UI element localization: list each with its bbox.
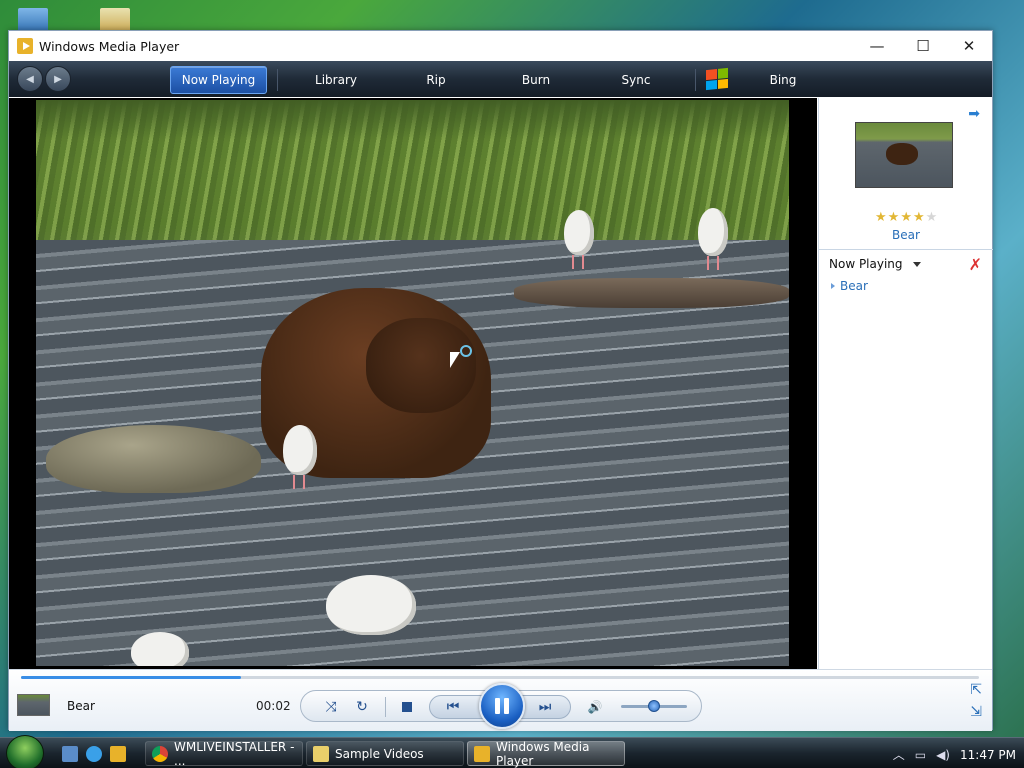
now-playing-label: Now Playing — [829, 257, 903, 271]
control-separator — [385, 697, 386, 717]
elapsed-time[interactable]: 00:02 — [256, 699, 291, 713]
window-title: Windows Media Player — [39, 38, 180, 54]
volume-icon: 🔊 — [587, 700, 603, 714]
internet-explorer-icon[interactable] — [86, 746, 102, 762]
star-icon[interactable]: ★ — [875, 210, 887, 225]
show-desktop-icon[interactable] — [62, 746, 78, 762]
seek-bar[interactable] — [21, 676, 979, 679]
chevron-down-icon — [912, 261, 921, 267]
back-arrow-icon: ◀ — [26, 73, 34, 85]
repeat-icon: ↻ — [356, 699, 368, 715]
next-button[interactable]: ⏭ — [533, 695, 557, 719]
video-gull — [564, 210, 594, 269]
start-button[interactable] — [6, 735, 44, 768]
previous-icon: ⏮ — [446, 699, 460, 715]
tab-rip[interactable]: Rip — [386, 66, 486, 94]
tab-now-playing[interactable]: Now Playing — [170, 66, 267, 94]
taskbar-button-sample-videos[interactable]: Sample Videos — [306, 741, 464, 766]
maximize-button[interactable]: ☐ — [900, 31, 946, 61]
playlist-item[interactable]: Bear — [831, 279, 868, 293]
pause-icon — [504, 698, 509, 714]
playing-bullet-icon — [831, 283, 835, 289]
minimize-button[interactable]: — — [854, 31, 900, 61]
seek-progress — [21, 676, 242, 679]
network-icon[interactable]: ▭ — [915, 748, 926, 762]
taskbar-button-installer[interactable]: WMLIVEINSTALLER - ... — [145, 739, 303, 768]
nav-separator — [277, 69, 278, 91]
busy-indicator-icon — [460, 345, 472, 357]
now-playing-dropdown[interactable]: Now Playing — [829, 257, 921, 271]
mouse-cursor — [450, 352, 460, 368]
rating-stars[interactable]: ★ ★ ★ ★ ★ — [875, 210, 937, 225]
playlist-item-label: Bear — [840, 279, 868, 293]
windows-logo-icon — [706, 67, 728, 91]
mute-button[interactable]: 🔊 — [583, 695, 607, 719]
current-media-title: Bear — [67, 699, 95, 713]
video-gull — [283, 425, 317, 489]
pane-divider — [819, 249, 993, 250]
thumbnail-title[interactable]: Bear — [819, 228, 993, 242]
previous-button[interactable]: ⏮ — [441, 695, 465, 719]
video-area[interactable] — [9, 98, 817, 669]
tab-bing[interactable]: Bing — [733, 66, 833, 94]
taskbar-button-wmp[interactable]: Windows Media Player — [467, 739, 625, 768]
star-icon[interactable]: ★ — [888, 210, 900, 225]
playback-controls: Bear 00:02 ⤨ ↻ ⏮ ⏭ 🔊 ⇱ ⇲ — [9, 669, 992, 731]
nav-bar: ◀ ▶ Now Playing Library Rip Burn Sync Bi… — [9, 61, 992, 97]
taskbar-button-label: Windows Media Player — [496, 739, 590, 768]
video-rock — [514, 278, 789, 308]
close-button[interactable]: ✕ — [946, 31, 992, 61]
wmp-app-icon — [17, 38, 33, 54]
shuffle-button[interactable]: ⤨ — [319, 695, 343, 719]
star-empty-icon[interactable]: ★ — [926, 210, 938, 225]
tab-library[interactable]: Library — [286, 66, 386, 94]
stop-icon — [402, 702, 412, 712]
wmp-icon — [474, 745, 490, 762]
now-playing-pane: ➡ ★ ★ ★ ★ ★ Bear Now Playing ✗ Bear — [818, 98, 993, 669]
stop-button[interactable] — [395, 695, 419, 719]
video-rock — [46, 425, 261, 493]
speaker-icon[interactable]: ◀) — [936, 748, 950, 762]
video-gull — [131, 632, 189, 666]
volume-slider-thumb[interactable] — [648, 700, 660, 712]
switch-to-library-icon[interactable]: ⇲ — [970, 704, 982, 720]
video-gull — [326, 575, 416, 635]
mini-thumbnail — [17, 694, 50, 716]
clear-list-icon[interactable]: ✗ — [969, 255, 982, 274]
video-grass — [36, 100, 789, 250]
album-art-thumbnail[interactable] — [855, 122, 953, 188]
title-bar: Windows Media Player — ☐ ✕ — [9, 31, 992, 61]
taskbar-button-label: Sample Videos — [335, 746, 424, 761]
video-frame[interactable] — [36, 100, 789, 666]
wmp-quicklaunch-icon[interactable] — [110, 746, 126, 762]
show-hidden-icons-chevron-icon[interactable]: ︿ — [893, 746, 905, 763]
back-button[interactable]: ◀ — [17, 66, 43, 92]
forward-arrow-icon: ▶ — [54, 73, 62, 85]
chrome-icon — [152, 745, 168, 762]
star-icon[interactable]: ★ — [913, 210, 925, 225]
forward-button[interactable]: ▶ — [45, 66, 71, 92]
system-tray: ︿ ▭ ◀) 11:47 PM — [893, 746, 1016, 763]
star-icon[interactable]: ★ — [900, 210, 912, 225]
media-player-window: Windows Media Player — ☐ ✕ ◀ ▶ Now Playi… — [8, 30, 993, 731]
next-icon: ⏭ — [538, 699, 552, 715]
pause-icon — [495, 698, 500, 714]
pause-button[interactable] — [479, 683, 525, 729]
taskbar: WMLIVEINSTALLER - ... Sample Videos Wind… — [0, 735, 1024, 768]
nav-separator — [695, 69, 696, 91]
transport-group: ⤨ ↻ ⏮ ⏭ 🔊 — [300, 683, 702, 729]
repeat-button[interactable]: ↻ — [350, 695, 374, 719]
taskbar-button-label: WMLIVEINSTALLER - ... — [174, 739, 295, 768]
hide-pane-arrow-icon[interactable]: ➡ — [968, 106, 980, 122]
tab-burn[interactable]: Burn — [486, 66, 586, 94]
video-gull — [698, 208, 728, 270]
tab-sync[interactable]: Sync — [586, 66, 686, 94]
switch-to-skin-icon[interactable]: ⇱ — [970, 682, 982, 698]
clock[interactable]: 11:47 PM — [960, 748, 1016, 762]
shuffle-icon: ⤨ — [325, 699, 337, 715]
folder-icon — [313, 745, 329, 762]
